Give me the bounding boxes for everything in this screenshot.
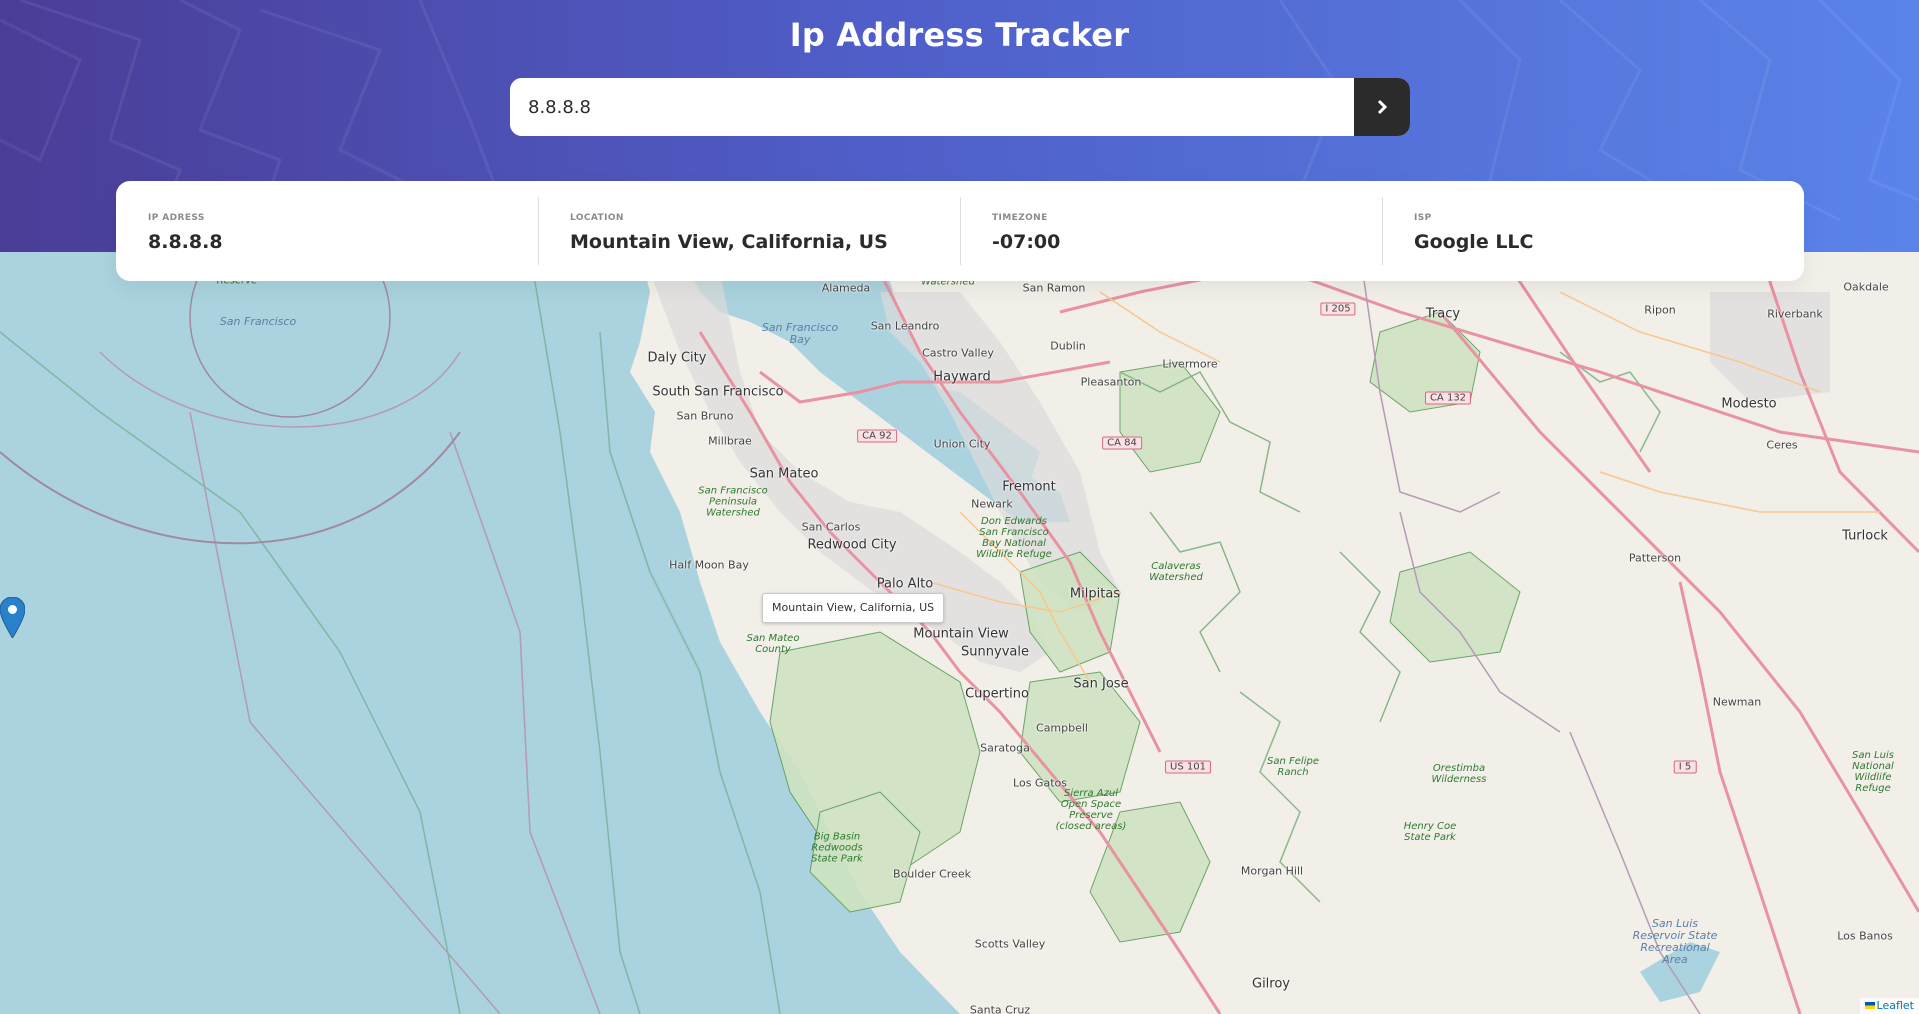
- ip-address-label: IP ADRESS: [148, 213, 205, 223]
- city-label: San Mateo: [749, 466, 819, 482]
- city-label: San Jose: [1073, 676, 1129, 692]
- town-label: Newman: [1712, 695, 1762, 709]
- town-label: Los Banos: [1837, 929, 1893, 943]
- highway-shield: US 101: [1165, 760, 1211, 774]
- park-label: Orestimba Wilderness: [1431, 763, 1487, 785]
- town-label: Dublin: [1050, 339, 1086, 353]
- ip-address-value: 8.8.8.8: [148, 231, 223, 253]
- town-label: Livermore: [1162, 357, 1218, 371]
- town-label: Oakdale: [1843, 280, 1889, 294]
- town-label: San Ramon: [1022, 281, 1086, 295]
- town-label: Union City: [933, 437, 991, 451]
- timezone-value: -07:00: [992, 231, 1061, 253]
- city-label: Palo Alto: [876, 576, 934, 592]
- highway-shield: CA 132: [1424, 391, 1472, 405]
- map-marker-icon[interactable]: [0, 597, 25, 638]
- town-label: Pleasanton: [1080, 375, 1142, 389]
- search-bar: [510, 78, 1410, 136]
- park-label: Henry Coe State Park: [1403, 821, 1457, 843]
- town-label: San Bruno: [676, 409, 734, 423]
- park-label: San Luis National Wildlife Refuge: [1852, 750, 1894, 794]
- city-label: Gilroy: [1251, 976, 1291, 992]
- town-label: Ceres: [1766, 438, 1798, 452]
- map[interactable]: Daly City South San Francisco San Mateo …: [0, 252, 1919, 1014]
- town-label: Morgan Hill: [1240, 864, 1304, 878]
- location-label: LOCATION: [570, 213, 624, 223]
- water-label: San Francisco Bay: [761, 321, 839, 346]
- park-label: Sierra Azul Open Space Preserve (closed …: [1055, 788, 1127, 832]
- city-label: Daly City: [647, 350, 707, 366]
- highway-shield: I 5: [1673, 760, 1697, 774]
- city-label: Turlock: [1842, 528, 1888, 544]
- location-popup[interactable]: Mountain View, California, US: [762, 593, 945, 623]
- ip-info-card: IP ADRESS 8.8.8.8 LOCATION Mountain View…: [116, 181, 1804, 281]
- highway-shield: CA 92: [857, 429, 897, 443]
- leaflet-link[interactable]: Leaflet: [1877, 999, 1914, 1012]
- highway-shield: I 205: [1320, 302, 1356, 316]
- chevron-right-icon: [1377, 99, 1388, 115]
- park-label: San Felipe Ranch: [1267, 756, 1319, 778]
- park-label: Big Basin Redwoods State Park: [811, 831, 863, 865]
- town-label: Campbell: [1036, 721, 1088, 735]
- highway-shield: CA 84: [1102, 436, 1142, 450]
- timezone-label: TIMEZONE: [992, 213, 1048, 223]
- town-label: San Carlos: [801, 520, 861, 534]
- ip-search-input[interactable]: [510, 78, 1354, 136]
- city-label: Tracy: [1425, 306, 1461, 322]
- location-value: Mountain View, California, US: [570, 231, 888, 253]
- city-label: Redwood City: [807, 537, 897, 553]
- town-label: Ripon: [1644, 303, 1676, 317]
- city-label: Fremont: [1002, 479, 1056, 495]
- city-label: Sunnyvale: [961, 644, 1029, 660]
- park-label: Don Edwards San Francisco Bay National W…: [976, 516, 1052, 560]
- town-label: Scotts Valley: [974, 937, 1046, 951]
- city-label: South San Francisco: [652, 384, 784, 400]
- city-label: Milpitas: [1069, 586, 1121, 602]
- ip-tracker-app: Ip Address Tracker IP ADRESS 8.8.8.8 LOC…: [0, 0, 1919, 1014]
- ip-address-info: IP ADRESS 8.8.8.8: [116, 181, 538, 281]
- city-label: Hayward: [933, 369, 991, 385]
- town-label: Castro Valley: [922, 346, 994, 360]
- water-label: San Francisco: [219, 315, 297, 328]
- park-label: San Mateo County: [746, 633, 800, 655]
- isp-info: ISP Google LLC: [1382, 181, 1804, 281]
- town-label: Patterson: [1628, 551, 1682, 565]
- town-label: Riverbank: [1767, 307, 1823, 321]
- town-label: Half Moon Bay: [669, 558, 749, 572]
- town-label: San Leandro: [870, 319, 940, 333]
- isp-label: ISP: [1414, 213, 1432, 223]
- city-label: Cupertino: [965, 686, 1029, 702]
- page-title: Ip Address Tracker: [789, 16, 1130, 54]
- city-label: Mountain View: [913, 626, 1009, 642]
- timezone-info: TIMEZONE -07:00: [960, 181, 1382, 281]
- town-label: Newark: [971, 497, 1013, 511]
- park-label: Calaveras Watershed: [1149, 561, 1203, 583]
- town-label: Santa Cruz: [969, 1003, 1031, 1014]
- leaflet-flag-icon: [1864, 1002, 1875, 1009]
- town-label: Boulder Creek: [893, 867, 971, 881]
- town-label: Saratoga: [980, 741, 1030, 755]
- park-label: San Francisco Peninsula Watershed: [698, 485, 768, 519]
- town-label: Millbrae: [708, 434, 752, 448]
- isp-value: Google LLC: [1414, 231, 1534, 253]
- town-label: Alameda: [821, 281, 871, 295]
- water-label: San Luis Reservoir State Recreational Ar…: [1632, 917, 1718, 966]
- location-info: LOCATION Mountain View, California, US: [538, 181, 960, 281]
- map-attribution[interactable]: Leaflet: [1859, 998, 1919, 1014]
- city-label: Modesto: [1721, 396, 1777, 412]
- search-submit-button[interactable]: [1354, 78, 1410, 136]
